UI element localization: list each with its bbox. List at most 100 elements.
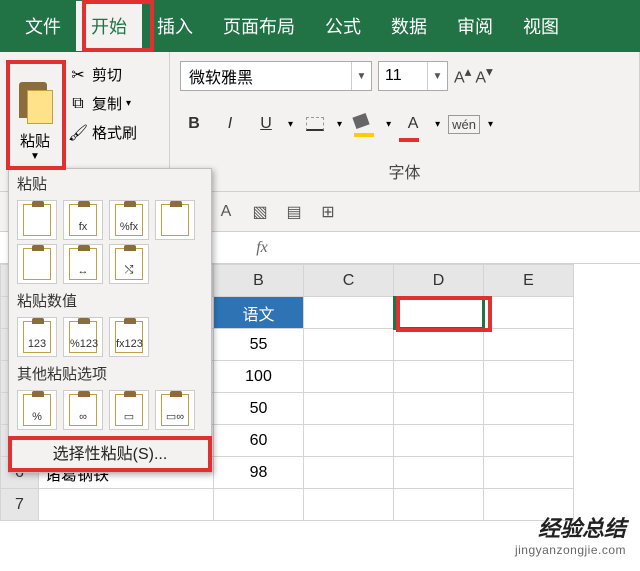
watermark: 经验总结 jingyanzongjie.com [515,511,626,557]
cell[interactable]: 100 [214,361,304,393]
chevron-down-icon[interactable]: ▼ [427,62,447,90]
copy-icon: ⧉ [68,94,88,114]
scissors-icon: ✂ [68,65,88,85]
paste-section-label: 粘贴 [9,169,211,198]
paste-icon [15,82,55,130]
tab-formulas[interactable]: 公式 [310,1,376,51]
cell[interactable]: 55 [214,329,304,361]
underline-button[interactable]: U [252,110,280,138]
fill-color-button[interactable] [350,110,378,138]
cell[interactable] [304,425,394,457]
copy-label: 复制 [92,93,122,114]
col-header-c[interactable]: C [304,265,394,297]
copy-button[interactable]: ⧉ 复制 ▾ [64,91,141,116]
format-painter-button[interactable]: 🖌 格式刷 [64,120,141,145]
cell[interactable] [484,425,574,457]
row-header[interactable]: 7 [1,489,39,521]
border-dropdown[interactable]: ▾ [337,119,342,130]
qat-btn[interactable]: ▤ [280,198,308,226]
fill-dropdown[interactable]: ▾ [386,119,391,130]
cell[interactable]: 98 [214,457,304,489]
watermark-title: 经验总结 [515,511,626,543]
tab-insert[interactable]: 插入 [142,1,208,51]
phonetic-button[interactable]: wén [448,115,480,134]
paste-special-menu-item[interactable]: 选择性粘贴(S)... [9,432,211,472]
paste-option-values-number[interactable]: %123 [63,317,103,357]
tab-data[interactable]: 数据 [376,1,442,51]
phonetic-dropdown[interactable]: ▾ [488,119,493,130]
paste-option-keep-width[interactable]: ↔ [63,244,103,284]
tab-page-layout[interactable]: 页面布局 [208,1,310,51]
selected-cell[interactable] [394,297,484,329]
cell[interactable] [394,393,484,425]
cell[interactable] [304,393,394,425]
col-header-e[interactable]: E [484,265,574,297]
cell[interactable] [304,489,394,521]
paste-option-values-source[interactable]: fx123 [109,317,149,357]
cell[interactable] [304,361,394,393]
tab-view[interactable]: 视图 [508,1,574,51]
paste-option-all[interactable] [17,200,57,240]
cell[interactable] [304,329,394,361]
font-name-select[interactable]: 微软雅黑 ▼ [180,61,372,91]
chevron-down-icon[interactable]: ▼ [351,62,371,90]
cut-button[interactable]: ✂ 剪切 [64,62,141,87]
bold-qat[interactable]: A [212,198,240,226]
cell[interactable] [304,297,394,329]
italic-button[interactable]: I [216,110,244,138]
paste-option-formulas-number[interactable]: %fx [109,200,149,240]
font-size-value: 11 [379,67,427,85]
cell[interactable] [214,489,304,521]
underline-dropdown[interactable]: ▾ [288,119,293,130]
border-button[interactable] [301,110,329,138]
tab-review[interactable]: 审阅 [442,1,508,51]
col-header-d[interactable]: D [394,265,484,297]
paste-option-transpose[interactable]: ⤭ [109,244,149,284]
cell[interactable] [39,489,214,521]
cell[interactable] [394,425,484,457]
qat-btn[interactable]: ⊞ [314,198,342,226]
font-group: 微软雅黑 ▼ 11 ▼ A▴A▾ B I U ▾ ▾ ▾ A ▾ wén ▾ 字… [170,52,640,191]
paste-dropdown-arrow[interactable]: ▼ [30,151,40,162]
cell[interactable]: 50 [214,393,304,425]
paste-option-keep-source[interactable] [155,200,195,240]
watermark-url: jingyanzongjie.com [515,543,626,557]
tab-home[interactable]: 开始 [76,1,142,51]
cell[interactable] [484,393,574,425]
paste-option-picture[interactable]: ▭ [109,390,149,430]
font-name-value: 微软雅黑 [181,64,351,88]
cell[interactable] [394,489,484,521]
font-color-button[interactable]: A [399,110,427,138]
cell[interactable] [394,329,484,361]
cut-label: 剪切 [92,64,122,85]
paste-dropdown-menu: 粘贴 fx %fx ↔ ⤭ 粘贴数值 123 %123 fx123 其他粘贴选项… [8,168,212,473]
paste-option-values[interactable]: 123 [17,317,57,357]
paste-option-no-border[interactable] [17,244,57,284]
cell[interactable] [394,457,484,489]
font-grow-shrink[interactable]: A▴A▾ [454,64,493,87]
tab-file[interactable]: 文件 [10,1,76,51]
cell[interactable] [484,297,574,329]
paste-option-formatting[interactable]: % [17,390,57,430]
cell[interactable]: 60 [214,425,304,457]
font-color-dropdown[interactable]: ▾ [435,119,440,130]
bold-button[interactable]: B [180,110,208,138]
cell[interactable] [484,457,574,489]
fx-label[interactable]: fx [212,239,312,257]
qat-btn[interactable]: ▧ [246,198,274,226]
format-painter-label: 格式刷 [92,122,137,143]
cell[interactable] [304,457,394,489]
cell[interactable] [484,329,574,361]
paste-values-section-label: 粘贴数值 [9,286,211,315]
paste-option-formulas[interactable]: fx [63,200,103,240]
paste-option-link[interactable]: ∞ [63,390,103,430]
cell[interactable] [484,361,574,393]
font-group-label: 字体 [180,159,629,185]
paste-option-linked-picture[interactable]: ▭∞ [155,390,195,430]
cell[interactable] [394,361,484,393]
copy-dropdown-arrow[interactable]: ▾ [126,98,131,109]
col-header-b[interactable]: B [214,265,304,297]
font-size-select[interactable]: 11 ▼ [378,61,448,91]
cell-header-b[interactable]: 语文 [214,297,304,329]
ribbon-tabs: 文件 开始 插入 页面布局 公式 数据 审阅 视图 [0,0,640,52]
